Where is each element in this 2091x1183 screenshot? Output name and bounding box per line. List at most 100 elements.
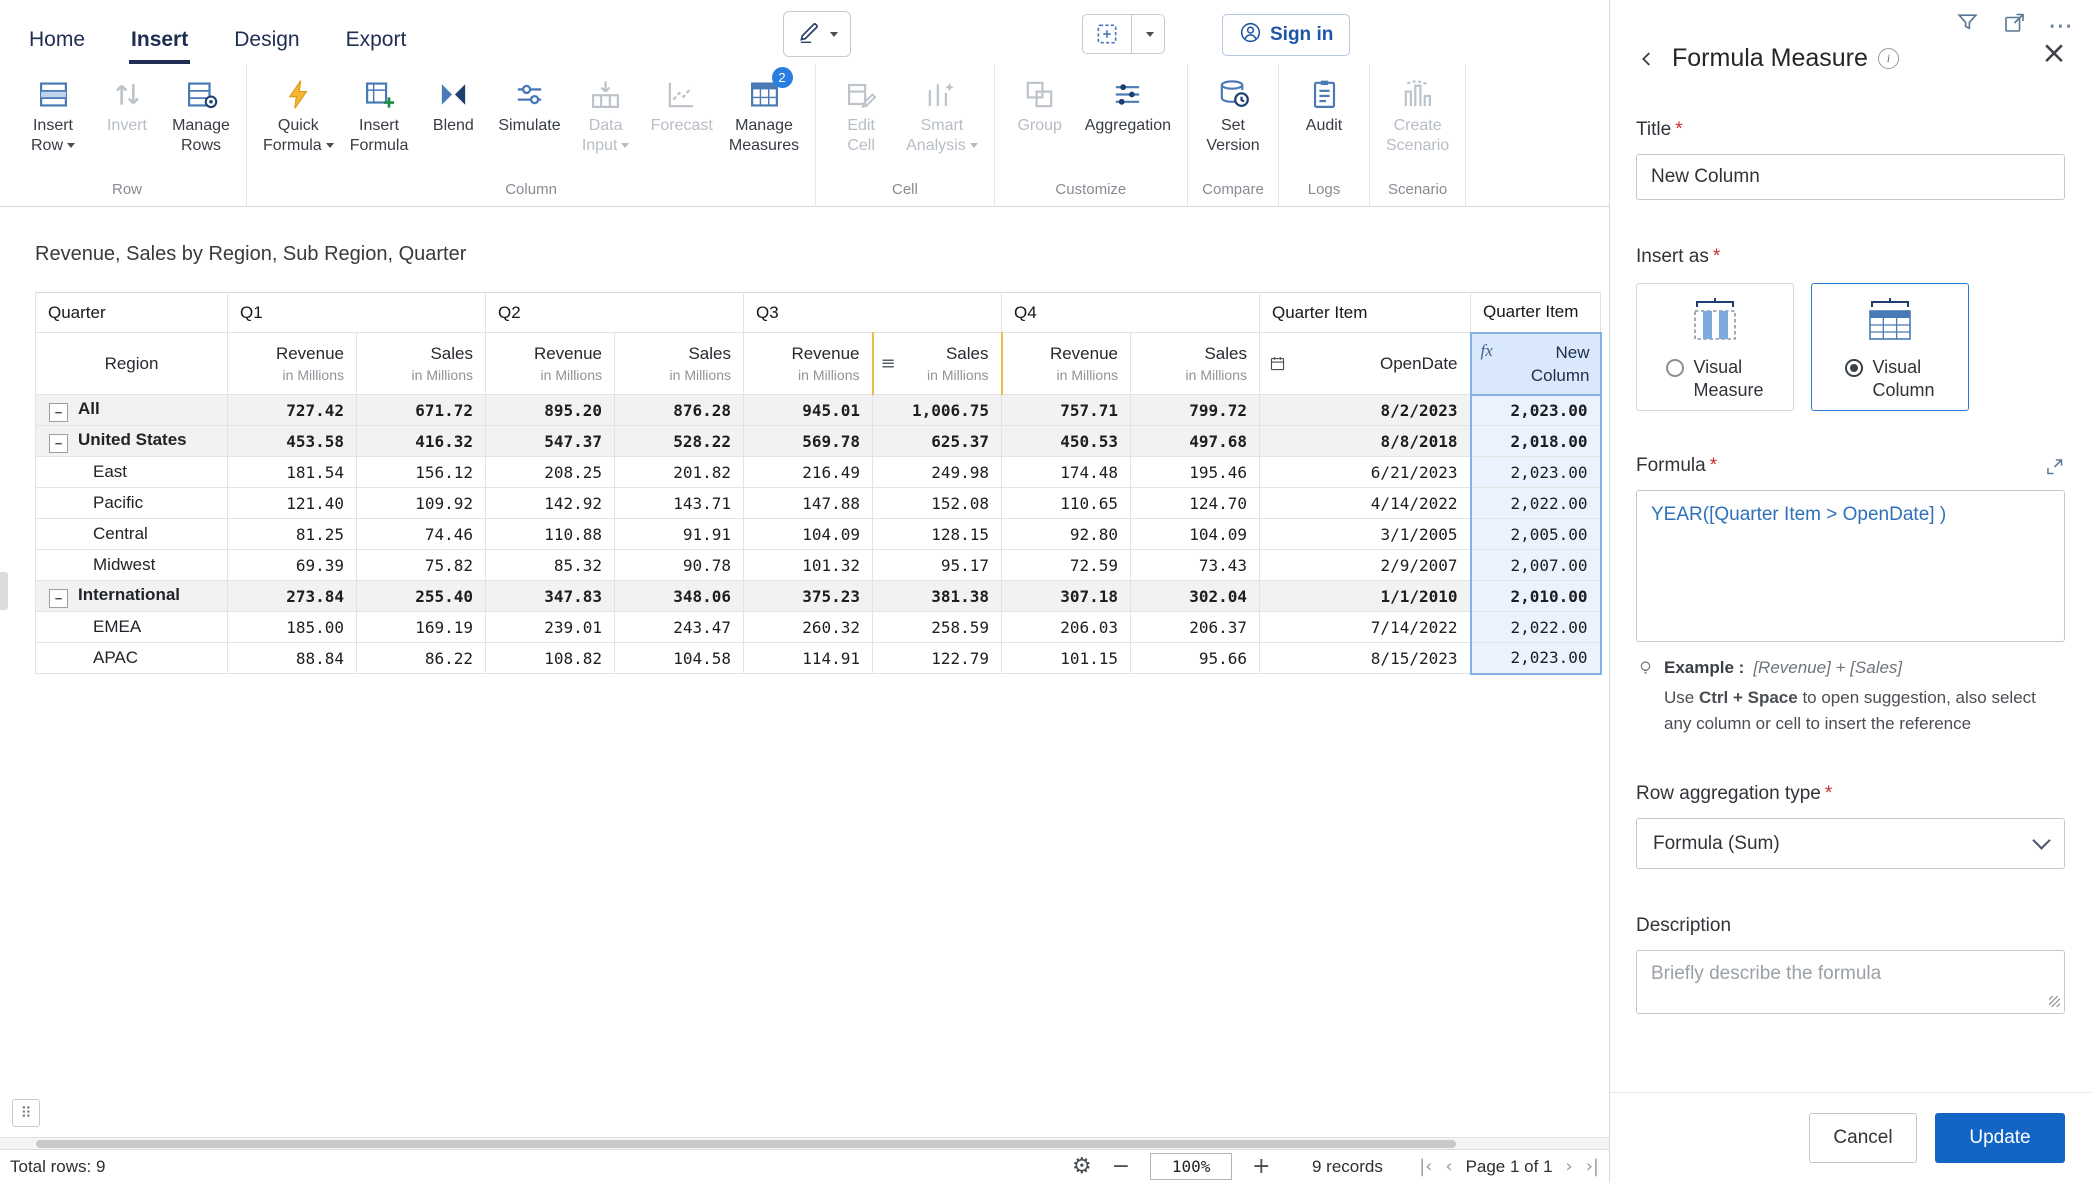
- table-row[interactable]: −EMEA 185.00 169.19 239.01 243.47 260.32…: [36, 612, 1601, 643]
- ribbon-button-simulate[interactable]: Simulate: [490, 66, 568, 136]
- q1-revenue-cell[interactable]: 185.00: [228, 612, 357, 643]
- q3-sales-cell[interactable]: 625.37: [873, 426, 1002, 457]
- table-row[interactable]: −APAC 88.84 86.22 108.82 104.58 114.91 1…: [36, 643, 1601, 674]
- table-row[interactable]: −Midwest 69.39 75.82 85.32 90.78 101.32 …: [36, 550, 1601, 581]
- opendate-cell[interactable]: 7/14/2022: [1260, 612, 1471, 643]
- q4-sales-cell[interactable]: 195.46: [1131, 457, 1260, 488]
- opendate-cell[interactable]: 8/2/2023: [1260, 395, 1471, 426]
- q1-revenue-cell[interactable]: 81.25: [228, 519, 357, 550]
- q2-revenue-cell[interactable]: 547.37: [486, 426, 615, 457]
- q3-revenue-cell[interactable]: 260.32: [744, 612, 873, 643]
- new-column-cell[interactable]: 2,023.00: [1471, 395, 1601, 426]
- add-widget-button[interactable]: [1082, 14, 1132, 54]
- q4-sales-cell[interactable]: 124.70: [1131, 488, 1260, 519]
- table-row[interactable]: −Pacific 121.40 109.92 142.92 143.71 147…: [36, 488, 1601, 519]
- q1-sales-cell[interactable]: 671.72: [357, 395, 486, 426]
- tab-export[interactable]: Export: [344, 28, 409, 64]
- region-cell[interactable]: −Central: [36, 519, 228, 550]
- q4-sales-cell[interactable]: 497.68: [1131, 426, 1260, 457]
- collapse-icon[interactable]: −: [49, 403, 68, 422]
- q2-sales-cell[interactable]: 201.82: [615, 457, 744, 488]
- new-column-header[interactable]: fxNew Column: [1471, 333, 1601, 395]
- gear-icon[interactable]: ⚙: [1072, 1154, 1092, 1179]
- ribbon-button-blend[interactable]: Blend: [416, 66, 490, 136]
- q4-revenue-header[interactable]: Revenuein Millions: [1002, 333, 1131, 395]
- region-cell[interactable]: −EMEA: [36, 612, 228, 643]
- q1-sales-cell[interactable]: 74.46: [357, 519, 486, 550]
- q4-revenue-cell[interactable]: 757.71: [1002, 395, 1131, 426]
- q1-revenue-cell[interactable]: 273.84: [228, 581, 357, 612]
- q3-revenue-cell[interactable]: 216.49: [744, 457, 873, 488]
- cancel-button[interactable]: Cancel: [1809, 1113, 1917, 1163]
- quarter-item-column-header[interactable]: Quarter Item: [1260, 293, 1471, 333]
- q4-revenue-cell[interactable]: 101.15: [1002, 643, 1131, 674]
- q2-revenue-cell[interactable]: 239.01: [486, 612, 615, 643]
- q2-sales-cell[interactable]: 348.06: [615, 581, 744, 612]
- q2-sales-cell[interactable]: 91.91: [615, 519, 744, 550]
- q4-sales-header[interactable]: Salesin Millions: [1131, 333, 1260, 395]
- next-page-icon[interactable]: ›: [1566, 1156, 1573, 1177]
- q3-sales-cell[interactable]: 1,006.75: [873, 395, 1002, 426]
- expand-formula-icon[interactable]: [2044, 456, 2065, 477]
- panel-resize-handle[interactable]: [0, 572, 8, 610]
- q2-sales-cell[interactable]: 528.22: [615, 426, 744, 457]
- q1-revenue-cell[interactable]: 727.42: [228, 395, 357, 426]
- open-in-new-icon[interactable]: [2002, 11, 2026, 40]
- region-cell[interactable]: −East: [36, 457, 228, 488]
- q1-sales-cell[interactable]: 255.40: [357, 581, 486, 612]
- tab-design[interactable]: Design: [232, 28, 301, 64]
- q3-column-header[interactable]: Q3: [744, 293, 1002, 333]
- q4-sales-cell[interactable]: 206.37: [1131, 612, 1260, 643]
- q3-revenue-cell[interactable]: 945.01: [744, 395, 873, 426]
- update-button[interactable]: Update: [1935, 1113, 2065, 1163]
- q2-revenue-cell[interactable]: 108.82: [486, 643, 615, 674]
- q3-revenue-cell[interactable]: 104.09: [744, 519, 873, 550]
- q1-revenue-cell[interactable]: 121.40: [228, 488, 357, 519]
- region-cell[interactable]: −International: [36, 581, 228, 612]
- ribbon-button-manage-measures[interactable]: 2 ManageMeasures: [721, 66, 807, 156]
- q2-sales-cell[interactable]: 104.58: [615, 643, 744, 674]
- region-cell[interactable]: −Midwest: [36, 550, 228, 581]
- new-column-cell[interactable]: 2,005.00: [1471, 519, 1601, 550]
- new-column-cell[interactable]: 2,010.00: [1471, 581, 1601, 612]
- visual-measure-radio[interactable]: [1666, 359, 1684, 377]
- region-header[interactable]: Region: [36, 333, 228, 395]
- q2-column-header[interactable]: Q2: [486, 293, 744, 333]
- q4-revenue-cell[interactable]: 206.03: [1002, 612, 1131, 643]
- title-input[interactable]: [1636, 154, 2065, 200]
- q3-sales-cell[interactable]: 258.59: [873, 612, 1002, 643]
- q1-sales-cell[interactable]: 169.19: [357, 612, 486, 643]
- quarter-column-header[interactable]: Quarter: [36, 293, 228, 333]
- filter-icon[interactable]: [1955, 10, 1980, 40]
- region-cell[interactable]: −Pacific: [36, 488, 228, 519]
- aggregation-select[interactable]: Formula (Sum): [1636, 818, 2065, 869]
- prev-page-icon[interactable]: ‹: [1445, 1156, 1452, 1177]
- q3-revenue-header[interactable]: Revenuein Millions: [744, 333, 873, 395]
- q2-revenue-cell[interactable]: 85.32: [486, 550, 615, 581]
- table-row[interactable]: −All 727.42 671.72 895.20 876.28 945.01 …: [36, 395, 1601, 426]
- drag-handle-icon[interactable]: ⠿: [12, 1099, 40, 1127]
- q3-sales-cell[interactable]: 128.15: [873, 519, 1002, 550]
- description-input[interactable]: [1636, 950, 2065, 1014]
- formula-editor[interactable]: YEAR([Quarter Item > OpenDate] ): [1636, 490, 2065, 642]
- new-column-cell[interactable]: 2,022.00: [1471, 612, 1601, 643]
- info-icon[interactable]: i: [1878, 48, 1899, 69]
- q4-revenue-cell[interactable]: 92.80: [1002, 519, 1131, 550]
- opendate-cell[interactable]: 4/14/2022: [1260, 488, 1471, 519]
- back-button[interactable]: [1636, 48, 1658, 70]
- q4-sales-cell[interactable]: 95.66: [1131, 643, 1260, 674]
- q4-sales-cell[interactable]: 302.04: [1131, 581, 1260, 612]
- first-page-icon[interactable]: |‹: [1419, 1156, 1432, 1177]
- q1-revenue-header[interactable]: Revenuein Millions: [228, 333, 357, 395]
- table-row[interactable]: −Central 81.25 74.46 110.88 91.91 104.09…: [36, 519, 1601, 550]
- opendate-header[interactable]: OpenDate: [1260, 333, 1471, 395]
- q3-revenue-cell[interactable]: 569.78: [744, 426, 873, 457]
- new-column-cell[interactable]: 2,007.00: [1471, 550, 1601, 581]
- q4-sales-cell[interactable]: 104.09: [1131, 519, 1260, 550]
- visual-measure-option[interactable]: VisualMeasure: [1636, 283, 1794, 411]
- region-cell[interactable]: −APAC: [36, 643, 228, 674]
- tab-insert[interactable]: Insert: [129, 28, 190, 64]
- opendate-cell[interactable]: 2/9/2007: [1260, 550, 1471, 581]
- opendate-cell[interactable]: 3/1/2005: [1260, 519, 1471, 550]
- more-options-icon[interactable]: ⋯: [2048, 13, 2075, 38]
